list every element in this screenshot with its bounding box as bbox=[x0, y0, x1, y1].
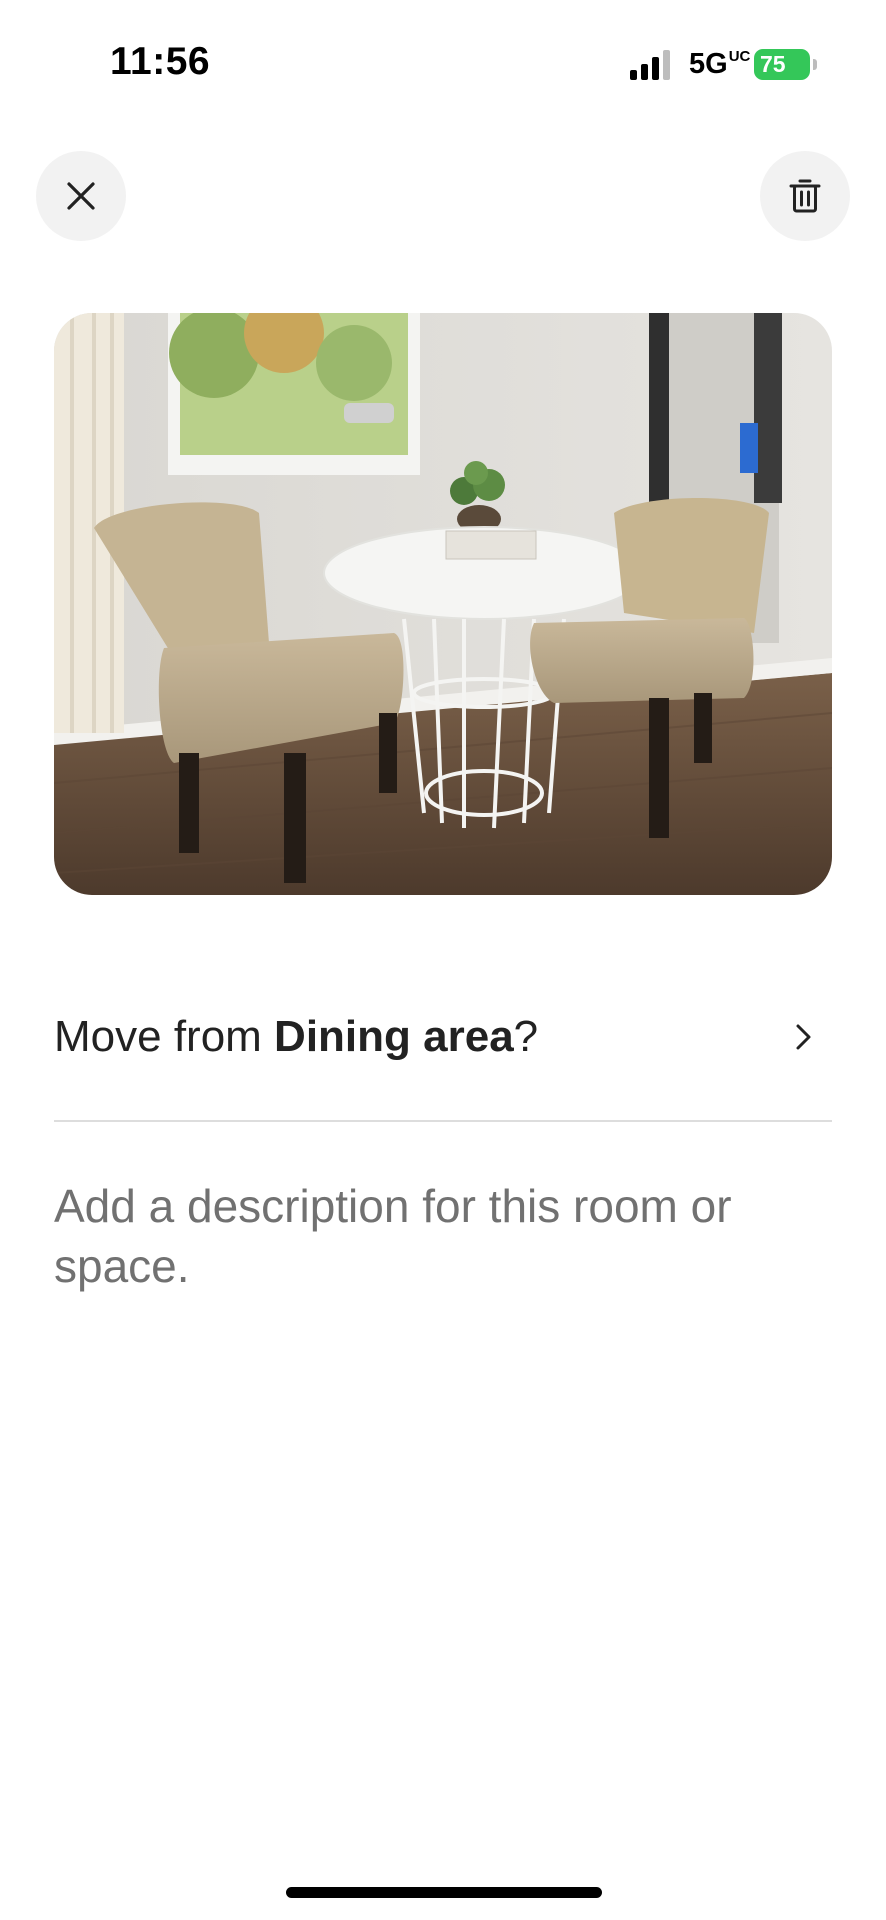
network-suffix: UC bbox=[728, 48, 751, 65]
battery-level: 75 bbox=[760, 51, 786, 77]
chevron-right-icon bbox=[796, 1024, 811, 1050]
room-photo-illustration bbox=[54, 313, 832, 895]
description-input[interactable]: Add a description for this room or space… bbox=[54, 1176, 774, 1296]
trash-icon bbox=[789, 179, 821, 213]
move-suffix: ? bbox=[513, 1012, 539, 1061]
move-room-row[interactable]: Move from Dining area? bbox=[54, 1000, 832, 1074]
room-photo[interactable] bbox=[54, 313, 832, 895]
move-prefix: Move from bbox=[54, 1012, 275, 1061]
signal-icon bbox=[630, 50, 670, 80]
close-icon bbox=[67, 182, 95, 210]
home-indicator[interactable] bbox=[286, 1887, 602, 1898]
battery-tip bbox=[813, 59, 817, 70]
move-room-text: Move from Dining area? bbox=[54, 1012, 538, 1062]
network-indicator: 5GUC bbox=[689, 48, 750, 81]
status-bar: 11:56 5GUC 75 bbox=[0, 0, 886, 120]
divider bbox=[54, 1120, 832, 1122]
current-room-name: Dining area bbox=[274, 1012, 514, 1061]
battery-icon: 75 bbox=[754, 49, 810, 80]
network-label: 5G bbox=[689, 48, 728, 80]
delete-button[interactable] bbox=[760, 151, 850, 241]
status-time: 11:56 bbox=[110, 40, 211, 83]
close-button[interactable] bbox=[36, 151, 126, 241]
